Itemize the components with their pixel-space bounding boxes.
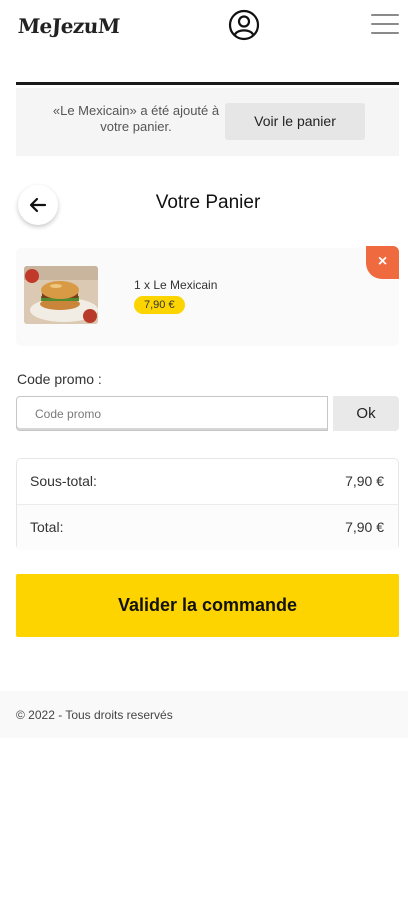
order-totals: Sous-total: 7,90 € Total: 7,90 €: [16, 458, 399, 550]
apply-promo-button[interactable]: Ok: [333, 396, 399, 431]
close-icon: ×: [377, 253, 388, 270]
notice-message: «Le Mexicain» a été ajouté à votre panie…: [52, 103, 220, 134]
user-account-icon[interactable]: [228, 9, 260, 41]
header-divider: [16, 82, 399, 85]
validate-order-button[interactable]: Valider la commande: [16, 574, 399, 637]
cart-item: 1 x Le Mexicain 7,90 €: [16, 248, 399, 346]
promo-code-input[interactable]: [16, 396, 328, 431]
site-logo[interactable]: MeJezuM: [17, 14, 120, 38]
site-header: MeJezuM: [0, 0, 415, 56]
copyright-text: © 2022 - Tous droits reservés: [16, 708, 173, 722]
arrow-left-icon: [29, 197, 47, 213]
page-title: Votre Panier: [155, 192, 261, 213]
promo-code-label: Code promo :: [17, 371, 102, 387]
product-image: [24, 266, 98, 324]
item-label: 1 x Le Mexicain: [134, 278, 218, 292]
total-value: 7,90 €: [345, 519, 384, 535]
added-to-cart-notice: «Le Mexicain» a été ajouté à votre panie…: [16, 88, 399, 156]
subtotal-label: Sous-total:: [30, 473, 97, 489]
site-footer: © 2022 - Tous droits reservés: [0, 691, 408, 738]
total-row: Total: 7,90 €: [17, 504, 398, 550]
subtotal-value: 7,90 €: [345, 473, 384, 489]
hamburger-menu-icon[interactable]: [371, 14, 399, 36]
total-label: Total:: [30, 519, 64, 535]
item-price-badge: 7,90 €: [134, 296, 185, 314]
subtotal-row: Sous-total: 7,90 €: [17, 459, 398, 504]
remove-item-button[interactable]: ×: [366, 246, 399, 279]
view-cart-button[interactable]: Voir le panier: [225, 103, 365, 140]
back-button[interactable]: [18, 185, 58, 225]
